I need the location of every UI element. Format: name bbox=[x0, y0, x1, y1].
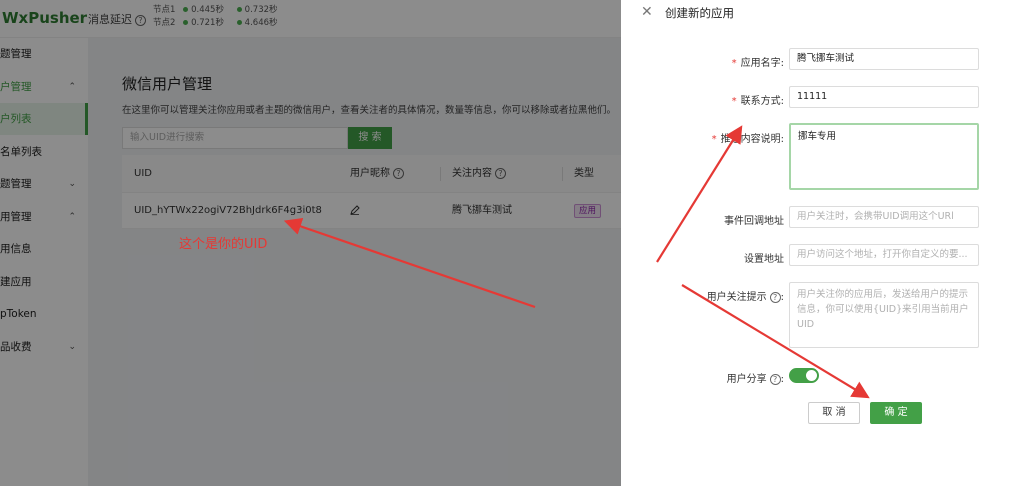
help-icon[interactable]: ? bbox=[769, 373, 781, 385]
push-desc-textarea[interactable]: 挪车专用 bbox=[789, 123, 979, 190]
callback-label: 事件回调地址 bbox=[724, 216, 784, 227]
setting-url-input[interactable]: 用户访问这个地址，打开你自定义的要... bbox=[789, 244, 979, 266]
follow-tip-textarea[interactable]: 用户关注你的应用后，发送给用户的提示信息，你可以使用{UID}来引用当前用户UI… bbox=[789, 282, 979, 348]
required-mark: * bbox=[731, 58, 737, 69]
toggle-knob bbox=[806, 370, 817, 381]
confirm-button[interactable]: 确 定 bbox=[870, 402, 922, 424]
app-name-input[interactable]: 腾飞挪车测试 bbox=[789, 48, 979, 70]
share-label: 用户分享?: bbox=[726, 373, 784, 385]
cancel-button[interactable]: 取 消 bbox=[808, 402, 860, 424]
close-icon[interactable]: ✕ bbox=[641, 4, 653, 20]
help-icon[interactable]: ? bbox=[769, 291, 781, 303]
required-mark: * bbox=[711, 134, 717, 145]
app-name-label: * 应用名字: bbox=[731, 58, 784, 69]
callback-url-input[interactable]: 用户关注时，会携带UID调用这个URl bbox=[789, 206, 979, 228]
share-toggle[interactable] bbox=[789, 368, 819, 383]
uid-annotation: 这个是你的UID bbox=[179, 237, 268, 252]
follow-tip-label: 用户关注提示?: bbox=[706, 291, 784, 303]
push-desc-label: * 推送内容说明: bbox=[711, 134, 784, 145]
drawer-title: 创建新的应用 bbox=[665, 6, 734, 20]
setting-url-label: 设置地址 bbox=[744, 254, 784, 265]
create-app-drawer: ✕ 创建新的应用 * 应用名字: 腾飞挪车测试 * 联系方式: 11111 * 推送内… bbox=[621, 0, 1024, 486]
contact-label: * 联系方式: bbox=[731, 96, 784, 107]
contact-input[interactable]: 11111 bbox=[789, 86, 979, 108]
required-mark: * bbox=[731, 96, 737, 107]
